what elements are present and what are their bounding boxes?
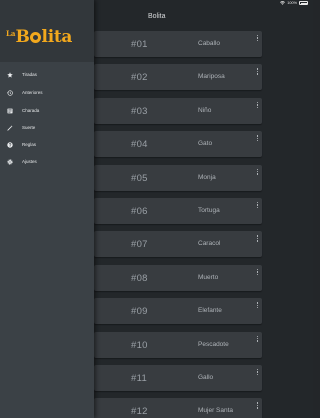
item-number: #11 [131, 373, 148, 384]
history-icon [6, 89, 13, 96]
item-number: #10 [131, 339, 148, 351]
list-item[interactable]: #11 Gallo [94, 365, 262, 391]
logo-header: LaB lita [0, 0, 94, 62]
more-options-icon[interactable] [257, 402, 259, 409]
more-options-icon[interactable] [257, 35, 259, 42]
list-item[interactable]: #01 Caballo [94, 31, 262, 57]
ball-icon [30, 32, 42, 43]
item-number: #04 [131, 139, 148, 151]
battery-percent: 100% [287, 1, 297, 5]
item-name: Pescadote [198, 340, 229, 348]
book-icon [6, 107, 13, 114]
item-name: Monja [198, 173, 216, 181]
sidebar-item-charada[interactable]: Charada [0, 104, 94, 118]
sidebar: LaB lita Tiradas Anteriores Charada Suert… [0, 0, 94, 418]
magic-wand-icon [6, 124, 13, 131]
sidebar-item-suerte[interactable]: Suerte [0, 121, 94, 135]
battery-icon [299, 1, 308, 5]
more-options-icon[interactable] [257, 202, 259, 209]
sidebar-item-tiradas[interactable]: Tiradas [0, 68, 94, 82]
list-item[interactable]: #03 Niño [94, 97, 262, 124]
item-number: #05 [131, 172, 148, 184]
item-name: Gallo [198, 374, 214, 381]
item-name: Muerto [198, 273, 219, 281]
page-title: Bolita [148, 13, 166, 20]
item-number: #01 [131, 39, 148, 50]
item-number: #03 [131, 105, 148, 117]
more-options-icon[interactable] [257, 168, 259, 176]
sidebar-item-ajustes[interactable]: Ajustes [0, 155, 94, 169]
list-item[interactable]: #02 Mariposa [94, 64, 262, 91]
more-options-icon[interactable] [257, 369, 259, 376]
star-icon [6, 71, 13, 78]
list-item[interactable]: #04 Gato [94, 131, 262, 158]
list-item[interactable]: #08 Muerto [94, 264, 262, 291]
sidebar-item-label: Charada [22, 108, 40, 113]
more-options-icon[interactable] [257, 68, 259, 75]
item-name: Tortuga [198, 207, 220, 214]
list-item[interactable]: #10 Pescadote [94, 331, 262, 358]
item-name: Mujer Santa [198, 407, 234, 415]
list-item[interactable]: #05 Monja [94, 164, 262, 191]
item-name: Elefante [198, 307, 222, 315]
item-number: #09 [131, 306, 148, 318]
sidebar-item-label: Anteriores [22, 90, 43, 95]
more-options-icon[interactable] [257, 335, 259, 343]
sidebar-item-label: Reglas [22, 142, 37, 147]
status-indicators: 100% [280, 1, 308, 5]
more-options-icon[interactable] [257, 302, 259, 309]
item-name: Mariposa [198, 73, 225, 81]
more-options-icon[interactable] [257, 235, 259, 242]
sidebar-item-reglas[interactable]: Reglas [0, 138, 94, 152]
item-number: #12 [131, 406, 148, 418]
list-item[interactable]: #06 Tortuga [94, 198, 262, 224]
list-item[interactable]: #12 Mujer Santa [94, 398, 262, 418]
item-number: #02 [131, 72, 148, 84]
sidebar-item-anteriores[interactable]: Anteriores [0, 86, 94, 100]
item-name: Caballo [198, 40, 221, 47]
logo-lita: lita [41, 27, 73, 47]
app-logo: LaB lita [6, 27, 72, 47]
help-icon [6, 141, 13, 148]
more-options-icon[interactable] [257, 268, 259, 276]
sidebar-item-label: Tiradas [22, 72, 37, 77]
item-name: Caracol [198, 240, 221, 248]
list-item[interactable]: #09 Elefante [94, 298, 262, 325]
item-number: #08 [131, 272, 148, 284]
gear-icon [6, 158, 13, 165]
navigation-bar: Bolita [94, 6, 313, 28]
sidebar-item-label: Suerte [22, 125, 36, 130]
more-options-icon[interactable] [257, 135, 259, 142]
logo-b: B [15, 27, 30, 47]
wifi-icon [280, 1, 286, 5]
item-name: Gato [198, 140, 213, 148]
more-options-icon[interactable] [257, 101, 259, 109]
sidebar-item-label: Ajustes [22, 159, 37, 164]
item-number: #06 [131, 206, 148, 217]
item-number: #07 [131, 239, 148, 251]
list-item[interactable]: #07 Caracol [94, 231, 262, 258]
item-name: Niño [198, 106, 212, 114]
